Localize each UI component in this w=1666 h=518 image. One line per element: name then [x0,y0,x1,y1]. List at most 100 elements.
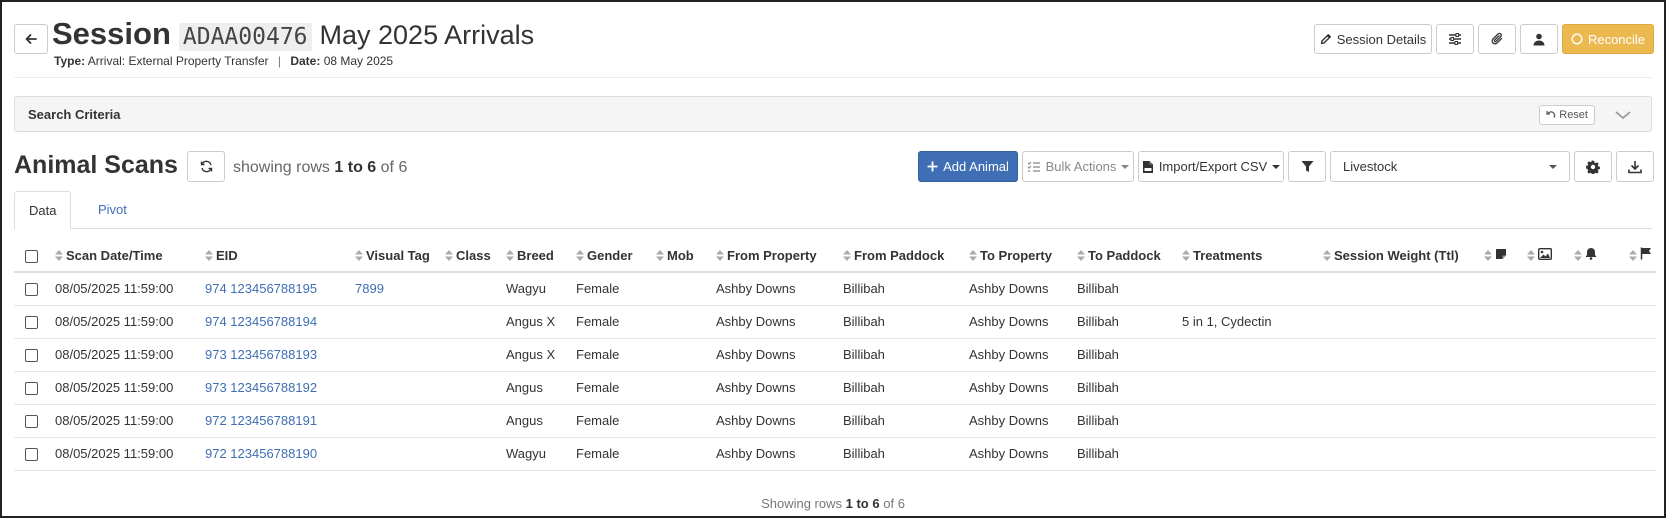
column-header[interactable]: To Property [965,239,1073,273]
select-all-checkbox[interactable] [25,249,38,263]
row-select-cell [14,272,51,306]
column-header[interactable]: Class [441,239,502,273]
row-checkbox[interactable] [25,382,38,396]
column-header-flags[interactable] [1601,239,1656,273]
app-window: Session ADAA00476 May 2025 Arrivals Type… [0,0,1666,518]
visual-tag-link[interactable] [351,437,441,471]
from-property-cell: Ashby Downs [712,305,839,339]
tab-pivot[interactable]: Pivot [84,191,141,229]
row-checkbox[interactable] [25,349,38,363]
tab-data[interactable]: Data [14,191,72,230]
filter-icon [1301,161,1313,172]
eid-link[interactable]: 973 123456788193 [201,338,351,372]
visual-tag-link[interactable] [351,371,441,405]
meta-separator: | [277,54,281,68]
back-button[interactable] [14,24,48,54]
visual-tag-link[interactable] [351,338,441,372]
to-property-cell: Ashby Downs [965,338,1073,372]
sort-icon [1574,250,1582,261]
column-label: Visual Tag [366,247,430,263]
column-header[interactable]: Visual Tag [351,239,441,273]
session-meta: Type: Arrival: External Property Transfe… [54,54,393,68]
flags-cell [1601,338,1656,372]
column-header[interactable]: From Property [712,239,839,273]
visual-tag-link[interactable] [351,305,441,339]
row-checkbox[interactable] [25,415,38,429]
row-checkbox[interactable] [25,448,38,462]
eid-link[interactable]: 972 123456788191 [201,404,351,438]
chevron-down-icon[interactable] [1613,105,1633,125]
notes-cell [1463,272,1511,306]
class-cell [441,338,502,372]
column-header-images[interactable] [1511,239,1556,273]
mob-cell [652,272,712,306]
eid-link[interactable]: 974 123456788194 [201,305,351,339]
footer-total: 6 [897,496,905,511]
alerts-cell [1556,305,1601,339]
session-weight-cell [1319,371,1463,405]
settings-sliders-button[interactable] [1436,24,1474,54]
column-label: Treatments [1193,247,1263,263]
bulk-actions-button[interactable]: Bulk Actions [1022,151,1134,182]
sort-icon [1182,249,1190,261]
refresh-button[interactable] [187,151,225,182]
reset-button[interactable]: Reset [1539,105,1595,125]
sort-icon [969,249,977,261]
to-paddock-cell: Billibah [1073,305,1178,339]
user-button[interactable] [1520,24,1558,54]
import-export-csv-button[interactable]: Import/Export CSV [1138,151,1284,182]
column-header[interactable]: EID [201,239,351,273]
row-select-cell [14,437,51,471]
eid-link[interactable]: 974 123456788195 [201,272,351,306]
reconcile-button[interactable]: Reconcile [1562,24,1654,54]
session-weight-cell [1319,404,1463,438]
pagination-summary: Showing rows 1 to 6 of 6 [2,496,1664,511]
visual-tag-link[interactable]: 7899 [351,272,441,306]
notes-cell [1463,305,1511,339]
row-checkbox[interactable] [25,283,38,297]
session-details-button[interactable]: Session Details [1314,24,1432,54]
to-property-cell: Ashby Downs [965,371,1073,405]
alerts-cell [1556,371,1601,405]
scan-datetime-cell: 08/05/2025 11:59:00 [51,371,201,405]
class-cell [441,437,502,471]
gender-cell: Female [572,272,652,306]
session-weight-cell [1319,437,1463,471]
to-property-cell: Ashby Downs [965,404,1073,438]
row-checkbox[interactable] [25,316,38,330]
eid-link[interactable]: 972 123456788190 [201,437,351,471]
session-details-label: Session Details [1336,31,1427,47]
add-animal-button[interactable]: Add Animal [918,151,1018,182]
treatments-cell [1178,338,1319,372]
column-header[interactable]: Scan Date/Time [51,239,201,273]
download-button[interactable] [1616,151,1654,182]
column-header[interactable]: Mob [652,239,712,273]
attachments-button[interactable] [1478,24,1516,54]
images-cell [1511,437,1556,471]
column-label: From Paddock [854,247,945,263]
caret-down-icon [1121,164,1130,169]
table-row: 08/05/2025 11:59:00 972 123456788191 Ang… [14,404,1656,438]
visual-tag-link[interactable] [351,404,441,438]
column-header-alerts[interactable] [1556,239,1601,273]
column-header[interactable]: From Paddock [839,239,965,273]
column-header[interactable]: Breed [502,239,572,273]
row-select-cell [14,371,51,405]
column-header-notes[interactable] [1463,239,1511,273]
search-criteria-panel[interactable]: Search Criteria Reset [14,96,1652,132]
eid-link[interactable]: 973 123456788192 [201,371,351,405]
column-label: To Property [980,247,1052,263]
sort-icon [445,249,453,261]
filter-button[interactable] [1288,151,1326,182]
from-property-cell: Ashby Downs [712,437,839,471]
table-settings-button[interactable] [1574,151,1612,182]
column-header[interactable]: To Paddock [1073,239,1178,273]
view-select[interactable]: Livestock [1330,151,1570,182]
column-header[interactable]: Gender [572,239,652,273]
gender-cell: Female [572,437,652,471]
add-animal-label: Add Animal [943,159,1009,174]
breed-cell: Angus X [502,305,572,339]
column-header[interactable]: Session Weight (Ttl) [1319,239,1463,273]
column-header[interactable]: Treatments [1178,239,1319,273]
type-label: Type: [54,54,86,68]
